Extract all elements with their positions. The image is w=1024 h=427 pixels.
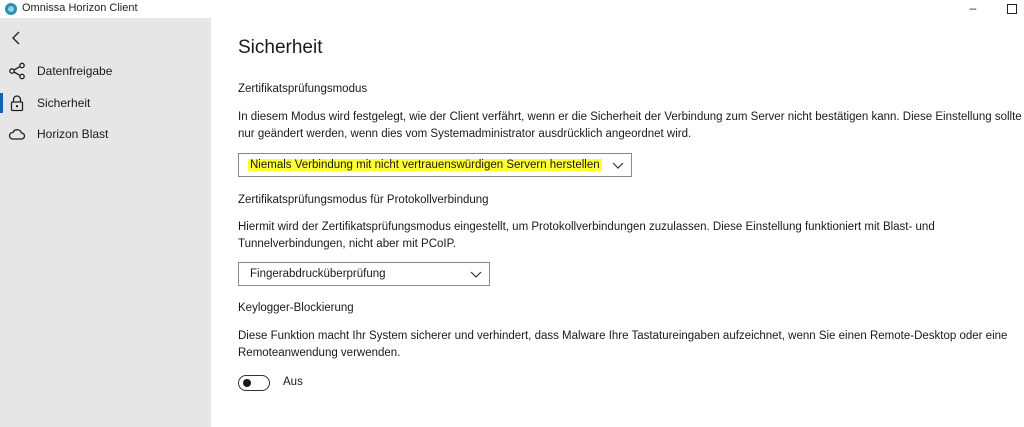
cert-mode-description-line1: In diesem Modus wird festgelegt, wie der…	[238, 111, 1022, 123]
page-title: Sicherheit	[238, 37, 323, 58]
cert-mode-dropdown[interactable]: Niemals Verbindung mit nicht vertrauensw…	[238, 153, 632, 177]
minimize-button[interactable]: –	[962, 0, 984, 18]
protocol-cert-mode-description-line2: Tunnelverbindungen, nicht aber mit PCoIP…	[238, 238, 456, 250]
sidebar-item-sicherheit[interactable]: Sicherheit	[0, 88, 211, 118]
cert-mode-heading: Zertifikatsprüfungsmodus	[238, 83, 368, 95]
toggle-knob	[243, 379, 251, 387]
horizon-app-icon	[5, 3, 17, 15]
keylogger-heading: Keylogger-Blockierung	[238, 302, 354, 314]
title-bar: Omnissa Horizon Client –	[0, 0, 1024, 18]
keylogger-toggle-state: Aus	[283, 376, 303, 388]
sidebar: Datenfreigabe Sicherheit Horizon Blast	[0, 18, 211, 427]
keylogger-description-line1: Diese Funktion macht Ihr System sicherer…	[238, 330, 1008, 342]
sidebar-item-label: Sicherheit	[37, 96, 91, 110]
keylogger-toggle[interactable]	[238, 375, 270, 391]
share-icon	[8, 62, 26, 80]
back-button[interactable]	[6, 27, 28, 49]
maximize-button[interactable]	[1003, 1, 1021, 17]
selection-indicator	[0, 93, 3, 113]
chevron-down-icon	[611, 159, 625, 171]
settings-panel: Sicherheit Zertifikatsprüfungsmodus In d…	[211, 18, 1024, 427]
sidebar-item-horizon-blast[interactable]: Horizon Blast	[0, 119, 211, 149]
protocol-cert-mode-description-line1: Hiermit wird der Zertifikatsprüfungsmodu…	[238, 221, 935, 233]
protocol-cert-mode-selected-value: Fingerabdrucküberprüfung	[250, 268, 386, 280]
window-title: Omnissa Horizon Client	[22, 2, 138, 14]
sidebar-item-label: Horizon Blast	[37, 127, 109, 141]
cert-mode-description-line2: nur geändert werden, wenn dies vom Syste…	[238, 128, 692, 140]
lock-icon	[8, 94, 26, 112]
protocol-cert-mode-heading: Zertifikatsprüfungsmodus für Protokollve…	[238, 194, 489, 206]
chevron-left-icon	[12, 31, 20, 45]
chevron-down-icon	[469, 268, 483, 280]
protocol-cert-mode-dropdown[interactable]: Fingerabdrucküberprüfung	[238, 262, 490, 286]
cert-mode-selected-value: Niemals Verbindung mit nicht vertrauensw…	[248, 159, 602, 171]
keylogger-description-line2: Remoteanwendung verwenden.	[238, 347, 401, 359]
cloud-icon	[8, 125, 26, 143]
sidebar-item-label: Datenfreigabe	[37, 64, 113, 78]
sidebar-item-datenfreigabe[interactable]: Datenfreigabe	[0, 56, 211, 86]
